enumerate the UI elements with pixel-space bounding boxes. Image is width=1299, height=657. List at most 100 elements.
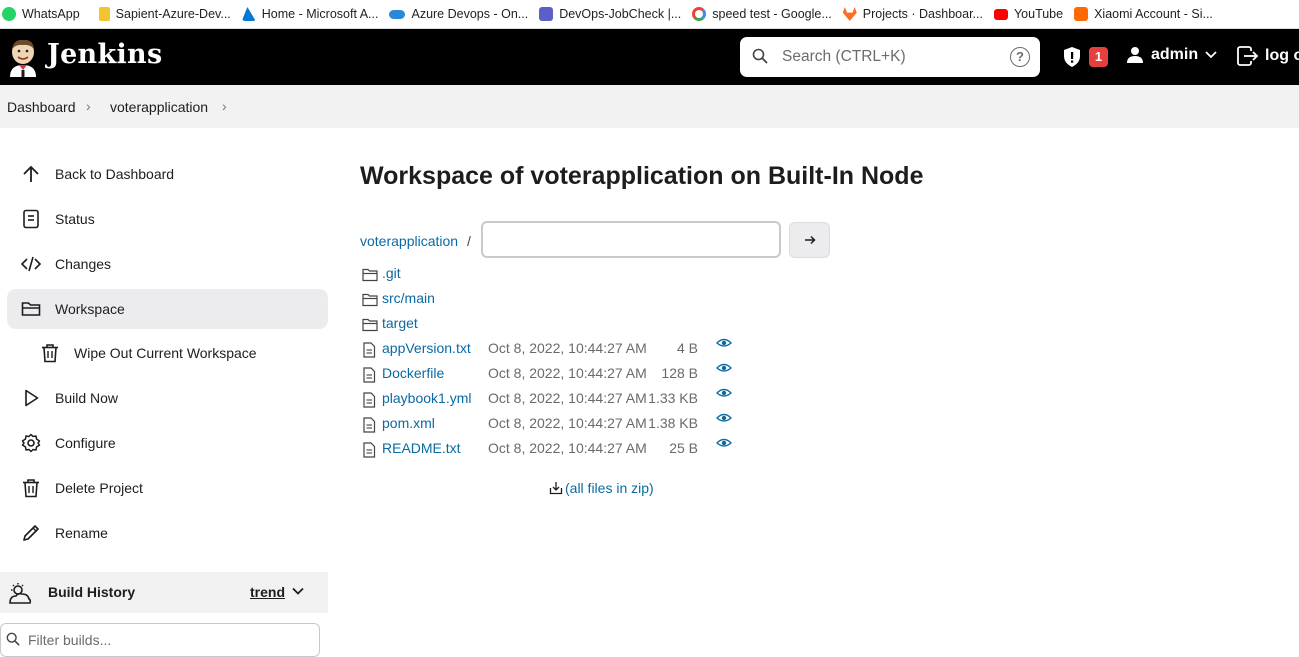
breadcrumb: Dashboard › voterapplication ›	[0, 85, 1299, 128]
bookmark-speed-test[interactable]: speed test - Google...	[690, 0, 841, 28]
file-size: 1.33 KB	[648, 390, 698, 406]
view-eye-icon[interactable]	[716, 361, 732, 375]
file-size: 4 B	[676, 340, 698, 356]
search-input[interactable]: Search (CTRL+K)	[782, 48, 906, 66]
logout-label: log out	[1265, 47, 1299, 64]
file-date: Oct 8, 2022, 10:44:27 AM	[488, 415, 647, 431]
file-size: 128 B	[661, 365, 698, 381]
file-size: 1.38 KB	[648, 415, 698, 431]
download-all-zip-link[interactable]: (all files in zip)	[549, 480, 654, 496]
build-history-title: Build History	[48, 584, 136, 600]
user-icon	[1127, 47, 1143, 63]
file-icon	[363, 417, 376, 433]
cloud-icon	[389, 9, 406, 19]
sidebar-item-wipe-out-workspace[interactable]: Wipe Out Current Workspace	[7, 333, 328, 373]
logout-icon	[1237, 46, 1259, 66]
download-all-zip-label: (all files in zip)	[565, 480, 654, 496]
youtube-icon	[993, 8, 1008, 20]
bookmark-azure-devops[interactable]: Azure Devops - On...	[387, 0, 537, 28]
folder-icon	[362, 318, 378, 332]
path-input[interactable]	[481, 221, 781, 258]
azure-icon	[241, 7, 256, 21]
build-history-icon	[9, 583, 32, 604]
security-count-badge[interactable]: 1	[1089, 47, 1108, 67]
search-icon	[752, 48, 768, 64]
file-link[interactable]: Dockerfile	[382, 365, 444, 381]
trash-icon	[42, 344, 58, 363]
go-button[interactable]	[789, 222, 830, 258]
file-link[interactable]: playbook1.yml	[382, 390, 472, 406]
file-link[interactable]: README.txt	[382, 440, 461, 456]
search-icon	[6, 632, 20, 646]
workspace-root-link[interactable]: voterapplication	[360, 233, 458, 249]
pencil-icon	[23, 525, 39, 541]
gitlab-icon	[842, 7, 857, 21]
help-icon[interactable]: ?	[1010, 47, 1030, 67]
view-eye-icon[interactable]	[716, 386, 732, 400]
trash-icon	[23, 479, 39, 498]
security-shield-icon[interactable]	[1062, 46, 1082, 68]
view-eye-icon[interactable]	[716, 336, 732, 350]
view-eye-icon[interactable]	[716, 411, 732, 425]
file-icon	[363, 392, 376, 408]
user-menu[interactable]: admin	[1126, 46, 1217, 64]
folder-icon	[362, 268, 378, 282]
chevron-down-icon	[1205, 51, 1217, 59]
file-date: Oct 8, 2022, 10:44:27 AM	[488, 390, 647, 406]
jenkins-brand[interactable]: Jenkins	[47, 39, 162, 70]
search-box[interactable]: Search (CTRL+K) ?	[740, 37, 1040, 77]
jenkins-header: Jenkins Search (CTRL+K) ? 1 admin log o	[0, 29, 1299, 85]
bookmark-devops-jobcheck[interactable]: DevOps-JobCheck |...	[537, 0, 690, 28]
folder-icon	[21, 302, 41, 316]
file-link[interactable]: appVersion.txt	[382, 340, 471, 356]
filter-builds-input[interactable]: Filter builds...	[0, 623, 320, 657]
download-icon	[549, 482, 563, 495]
sidebar-item-changes[interactable]: Changes	[7, 244, 328, 284]
file-icon	[363, 442, 376, 458]
bookmark-gitlab-projects[interactable]: Projects · Dashboar...	[841, 0, 992, 28]
bookmark-youtube[interactable]: YouTube	[992, 0, 1072, 28]
path-separator: /	[467, 233, 471, 249]
sidebar-item-delete-project[interactable]: Delete Project	[7, 468, 328, 508]
breadcrumb-voterapplication[interactable]: voterapplication	[110, 99, 208, 115]
file-icon	[363, 342, 376, 358]
folder-link[interactable]: src/main	[382, 290, 435, 306]
bookmark-whatsapp[interactable]: WhatsApp	[0, 0, 89, 28]
sidebar-item-rename[interactable]: Rename	[7, 513, 328, 553]
jenkins-logo-icon[interactable]	[6, 37, 40, 77]
xiaomi-icon	[1074, 7, 1089, 21]
logout-link[interactable]: log out	[1237, 46, 1299, 66]
sidebar-item-workspace[interactable]: Workspace	[7, 289, 328, 329]
bookmark-microsoft-azure[interactable]: Home - Microsoft A...	[240, 0, 388, 28]
google-icon	[692, 7, 707, 21]
chevron-down-icon[interactable]	[292, 585, 304, 597]
sidebar-item-status[interactable]: Status	[7, 199, 328, 239]
bookmarks-bar: WhatsApp Sapient-Azure-Dev... Home - Mic…	[0, 0, 1299, 29]
build-history-header: Build History trend	[0, 572, 328, 613]
sidebar-item-back-to-dashboard[interactable]: Back to Dashboard	[7, 154, 328, 194]
document-icon	[23, 209, 39, 229]
view-eye-icon[interactable]	[716, 436, 732, 450]
filter-builds-placeholder: Filter builds...	[28, 632, 112, 648]
breadcrumb-dashboard[interactable]: Dashboard	[7, 99, 76, 115]
file-icon	[363, 367, 376, 383]
sidebar-item-build-now[interactable]: Build Now	[7, 378, 328, 418]
teams-icon	[539, 7, 554, 21]
sidebar-item-configure[interactable]: Configure	[7, 423, 328, 463]
page-title: Workspace of voterapplication on Built-I…	[360, 162, 924, 190]
file-date: Oct 8, 2022, 10:44:27 AM	[488, 440, 647, 456]
file-date: Oct 8, 2022, 10:44:27 AM	[488, 340, 647, 356]
folder-link[interactable]: target	[382, 315, 418, 331]
file-link[interactable]: pom.xml	[382, 415, 435, 431]
arrow-up-icon	[23, 165, 39, 182]
trend-link[interactable]: trend	[250, 584, 285, 600]
gear-icon	[21, 433, 41, 453]
breadcrumb-chevron-icon[interactable]: ›	[86, 98, 91, 114]
breadcrumb-chevron-icon[interactable]: ›	[222, 98, 227, 114]
folder-icon	[362, 293, 378, 307]
folder-link[interactable]: .git	[382, 265, 401, 281]
bookmark-sapient[interactable]: Sapient-Azure-Dev...	[89, 0, 240, 28]
user-name: admin	[1151, 46, 1199, 63]
bookmark-xiaomi[interactable]: Xiaomi Account - Si...	[1072, 0, 1222, 28]
arrow-right-icon	[804, 235, 816, 245]
